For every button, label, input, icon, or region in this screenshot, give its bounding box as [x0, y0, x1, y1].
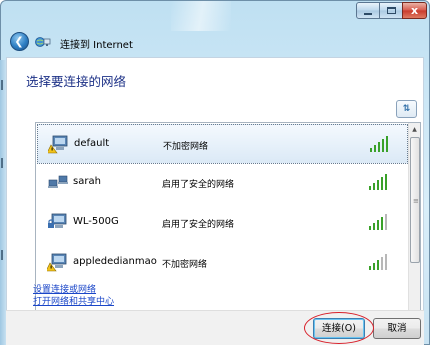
window-title: 连接到 Internet: [60, 40, 133, 51]
secured-network-icon: [48, 213, 67, 228]
maximize-button[interactable]: [379, 2, 403, 19]
cancel-button[interactable]: 取消: [373, 318, 421, 339]
network-security: 启用了安全的网络: [162, 180, 235, 190]
signal-strength-icon: [369, 174, 387, 190]
network-name: default: [74, 138, 110, 149]
close-button[interactable]: x: [402, 2, 427, 19]
close-icon: x: [410, 4, 419, 17]
network-security: 启用了安全的网络: [162, 220, 235, 230]
unsecured-network-icon: [48, 135, 68, 154]
network-sharing-center-link[interactable]: 打开网络和共享中心: [33, 294, 114, 307]
back-arrow-icon: ❮: [14, 35, 24, 48]
signal-strength-icon: [369, 254, 387, 270]
minimize-icon: [364, 12, 372, 15]
refresh-icon: ⇅: [402, 103, 411, 114]
minimize-button[interactable]: [356, 2, 380, 19]
unsecured-network-icon: [47, 253, 67, 272]
grip-icon: ≡: [413, 197, 419, 205]
back-button[interactable]: ❮: [10, 32, 29, 51]
highlight-annotation: [304, 312, 374, 344]
scroll-up-icon[interactable]: ▲: [409, 123, 420, 137]
signal-strength-icon: [370, 136, 388, 152]
glass-reflection: [171, 1, 231, 31]
refresh-button[interactable]: ⇅: [396, 100, 417, 118]
maximize-icon: [386, 7, 396, 14]
network-row-applededianmao[interactable]: applededianmao 不加密网络: [37, 243, 408, 283]
signal-strength-icon: [369, 214, 387, 230]
network-security: 不加密网络: [163, 142, 209, 152]
network-row-wl500g[interactable]: WL-500G 启用了安全的网络: [37, 203, 408, 243]
scrollbar-thumb[interactable]: ≡: [410, 137, 420, 263]
network-security: 不加密网络: [162, 260, 208, 270]
edge-mark: [1, 250, 3, 260]
network-name: sarah: [73, 176, 101, 187]
network-name: WL-500G: [73, 216, 119, 227]
edge-mark: [1, 158, 3, 168]
adhoc-computers-icon: [48, 175, 68, 188]
page-heading: 选择要连接的网络: [26, 74, 127, 89]
edge-mark: [1, 80, 3, 90]
network-row-default[interactable]: default 不加密网络: [37, 124, 408, 164]
network-row-sarah[interactable]: sarah 启用了安全的网络: [37, 163, 408, 203]
network-name: applededianmao: [73, 256, 157, 267]
content-panel: 选择要连接的网络 ⇅ default 不加密网络 sarah 启用了安全的网络 …: [6, 57, 424, 345]
network-list-scrollbar[interactable]: ▲ ≡ ▼: [408, 123, 420, 336]
network-globe-icon: [35, 37, 51, 47]
